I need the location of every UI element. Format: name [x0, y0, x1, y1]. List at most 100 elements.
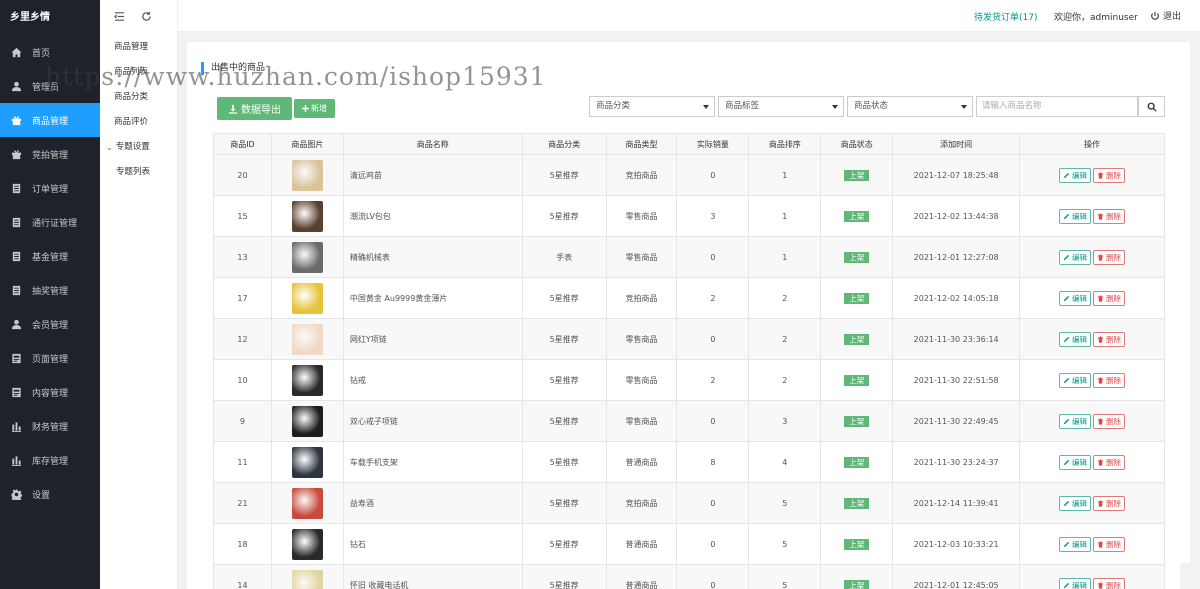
delete-button[interactable]: 删除 — [1093, 208, 1126, 224]
table-row[interactable]: 20 清远鸡苗 5星推荐 竞拍商品 0 1 上架 2021-12-07 18:25:48 编辑 删… — [213, 154, 1165, 196]
table-row[interactable]: 9 双心戒子项链 5星推荐 零售商品 0 3 上架 2021-11-30 22:49:45 编辑… — [213, 400, 1165, 442]
edit-button[interactable]: 编辑 — [1059, 536, 1092, 552]
product-thumbnail[interactable] — [291, 200, 323, 232]
product-image-cell — [270, 482, 344, 524]
trash-icon — [1097, 417, 1104, 425]
logout-button[interactable]: 退出 — [1150, 9, 1181, 22]
pencil-icon — [1063, 254, 1070, 260]
status-badge[interactable]: 上架 — [844, 374, 870, 386]
sidebar-item-13[interactable]: 设置 — [0, 477, 100, 511]
delete-button[interactable]: 删除 — [1093, 290, 1126, 306]
edit-button[interactable]: 编辑 — [1059, 208, 1092, 224]
table-row[interactable]: 17 中国黄金 Au9999黄金薄片 5星推荐 竞拍商品 2 2 上架 2021-12-02 … — [213, 277, 1165, 319]
table-row[interactable]: 12 网红Y项链 5星推荐 零售商品 0 2 上架 2021-11-30 23:36:14 编辑… — [213, 318, 1165, 360]
sidebar-item-10[interactable]: 内容管理 — [0, 375, 100, 409]
refresh-icon[interactable] — [141, 11, 152, 25]
table-row[interactable]: 14 怀旧 收藏电话机 5星推荐 普通商品 0 5 上架 2021-12-01 12:45:0… — [213, 564, 1165, 589]
pending-orders-link[interactable]: 待发货订单(17) — [974, 10, 1038, 23]
table-row[interactable]: 11 车载手机支架 5星推荐 普通商品 8 4 上架 2021-11-30 23:24:37 编… — [213, 441, 1165, 483]
sidebar-item-9[interactable]: 页面管理 — [0, 341, 100, 375]
status-select[interactable]: 商品状态 — [847, 96, 973, 117]
product-thumbnail[interactable] — [291, 487, 323, 519]
delete-button[interactable]: 删除 — [1093, 536, 1126, 552]
table-row[interactable]: 18 钻石 5星推荐 普通商品 0 5 上架 2021-12-03 10:33:21 编辑 删除 — [213, 523, 1165, 565]
delete-button[interactable]: 删除 — [1093, 331, 1126, 347]
product-thumbnail[interactable] — [291, 446, 323, 478]
status-badge[interactable]: 上架 — [844, 169, 870, 181]
delete-button[interactable]: 删除 — [1093, 454, 1126, 470]
status-badge[interactable]: 上架 — [844, 415, 870, 427]
subnav-item-label: 商品评价 — [114, 117, 149, 127]
edit-label: 编辑 — [1072, 539, 1088, 549]
status-badge[interactable]: 上架 — [844, 497, 870, 509]
status-badge[interactable]: 上架 — [844, 292, 870, 304]
sidebar-item-6[interactable]: 基金管理 — [0, 239, 100, 273]
cell-time: 2021-12-07 18:25:48 — [892, 154, 1021, 196]
search-button[interactable] — [1138, 96, 1165, 117]
category-select[interactable]: 商品分类 — [589, 96, 715, 117]
actions-cell: 编辑 删除 — [1019, 236, 1165, 278]
export-data-button[interactable]: 数据导出 — [217, 97, 292, 120]
product-thumbnail[interactable] — [291, 323, 323, 355]
product-image-cell — [270, 195, 344, 237]
sidebar-item-12[interactable]: 库存管理 — [0, 443, 100, 477]
tag-select[interactable]: 商品标签 — [718, 96, 844, 117]
delete-button[interactable]: 删除 — [1093, 577, 1126, 589]
subnav-item-5[interactable]: 专题列表 — [100, 160, 177, 185]
delete-button[interactable]: 删除 — [1093, 249, 1126, 265]
status-badge[interactable]: 上架 — [844, 251, 870, 263]
user-icon — [10, 318, 22, 330]
status-badge[interactable]: 上架 — [844, 456, 870, 468]
product-thumbnail[interactable] — [291, 528, 323, 560]
subnav-item-4[interactable]: ⌄ 专题设置 — [100, 135, 177, 160]
column-header: 操作 — [1019, 133, 1165, 155]
add-product-button[interactable]: 新增 — [294, 99, 335, 118]
delete-button[interactable]: 删除 — [1093, 413, 1126, 429]
edit-button[interactable]: 编辑 — [1059, 249, 1092, 265]
sidebar-item-7[interactable]: 抽奖管理 — [0, 273, 100, 307]
product-thumbnail[interactable] — [291, 241, 323, 273]
sidebar-item-3[interactable]: 竞拍管理 — [0, 137, 100, 171]
export-label: 数据导出 — [241, 105, 281, 116]
cell-name: 钻石 — [342, 523, 523, 565]
status-badge[interactable]: 上架 — [844, 210, 870, 222]
sidebar-item-11[interactable]: 财务管理 — [0, 409, 100, 443]
edit-button[interactable]: 编辑 — [1059, 290, 1092, 306]
status-badge[interactable]: 上架 — [844, 333, 870, 345]
delete-button[interactable]: 删除 — [1093, 495, 1126, 511]
table-row[interactable]: 21 益寿酒 5星推荐 竞拍商品 0 5 上架 2021-12-14 11:39:41 编辑 删除 — [213, 482, 1165, 524]
product-thumbnail[interactable] — [291, 159, 323, 191]
edit-button[interactable]: 编辑 — [1059, 454, 1092, 470]
sidebar-item-4[interactable]: 订单管理 — [0, 171, 100, 205]
edit-button[interactable]: 编辑 — [1059, 331, 1092, 347]
sidebar-item-8[interactable]: 会员管理 — [0, 307, 100, 341]
edit-button[interactable]: 编辑 — [1059, 167, 1092, 183]
subnav-item-0[interactable]: 商品管理 — [100, 35, 177, 60]
status-badge[interactable]: 上架 — [844, 579, 870, 589]
table-row[interactable]: 13 精确机械表 手表 零售商品 0 1 上架 2021-12-01 12:27:08 编辑 删除 — [213, 236, 1165, 278]
cell-sort: 1 — [748, 154, 822, 196]
status-cell: 上架 — [820, 400, 894, 442]
product-list-card: 出售中的商品 数据导出 新增 商品分类 商品标签 商品状态 请输入商品名称 商品… — [187, 42, 1190, 589]
delete-label: 删除 — [1106, 170, 1122, 180]
product-thumbnail[interactable] — [291, 405, 323, 437]
edit-button[interactable]: 编辑 — [1059, 372, 1092, 388]
sidebar-item-5[interactable]: 通行证管理 — [0, 205, 100, 239]
edit-button[interactable]: 编辑 — [1059, 495, 1092, 511]
table-row[interactable]: 15 潮流LV包包 5星推荐 零售商品 3 1 上架 2021-12-02 13:44:38 编… — [213, 195, 1165, 237]
sidebar-item-label: 页面管理 — [32, 354, 69, 365]
collapse-menu-icon[interactable] — [113, 11, 125, 25]
sidebar-item-2[interactable]: 商品管理 — [0, 103, 100, 137]
delete-button[interactable]: 删除 — [1093, 167, 1126, 183]
subnav-item-3[interactable]: 商品评价 — [100, 110, 177, 135]
edit-button[interactable]: 编辑 — [1059, 413, 1092, 429]
product-search-input[interactable]: 请输入商品名称 — [976, 96, 1138, 117]
product-thumbnail[interactable] — [291, 569, 323, 589]
product-thumbnail[interactable] — [291, 364, 323, 396]
actions-cell: 编辑 删除 — [1019, 195, 1165, 237]
product-thumbnail[interactable] — [291, 282, 323, 314]
edit-button[interactable]: 编辑 — [1059, 577, 1092, 589]
delete-button[interactable]: 删除 — [1093, 372, 1126, 388]
table-row[interactable]: 10 钻戒 5星推荐 零售商品 2 2 上架 2021-11-30 22:51:58 编辑 删除 — [213, 359, 1165, 401]
status-badge[interactable]: 上架 — [844, 538, 870, 550]
